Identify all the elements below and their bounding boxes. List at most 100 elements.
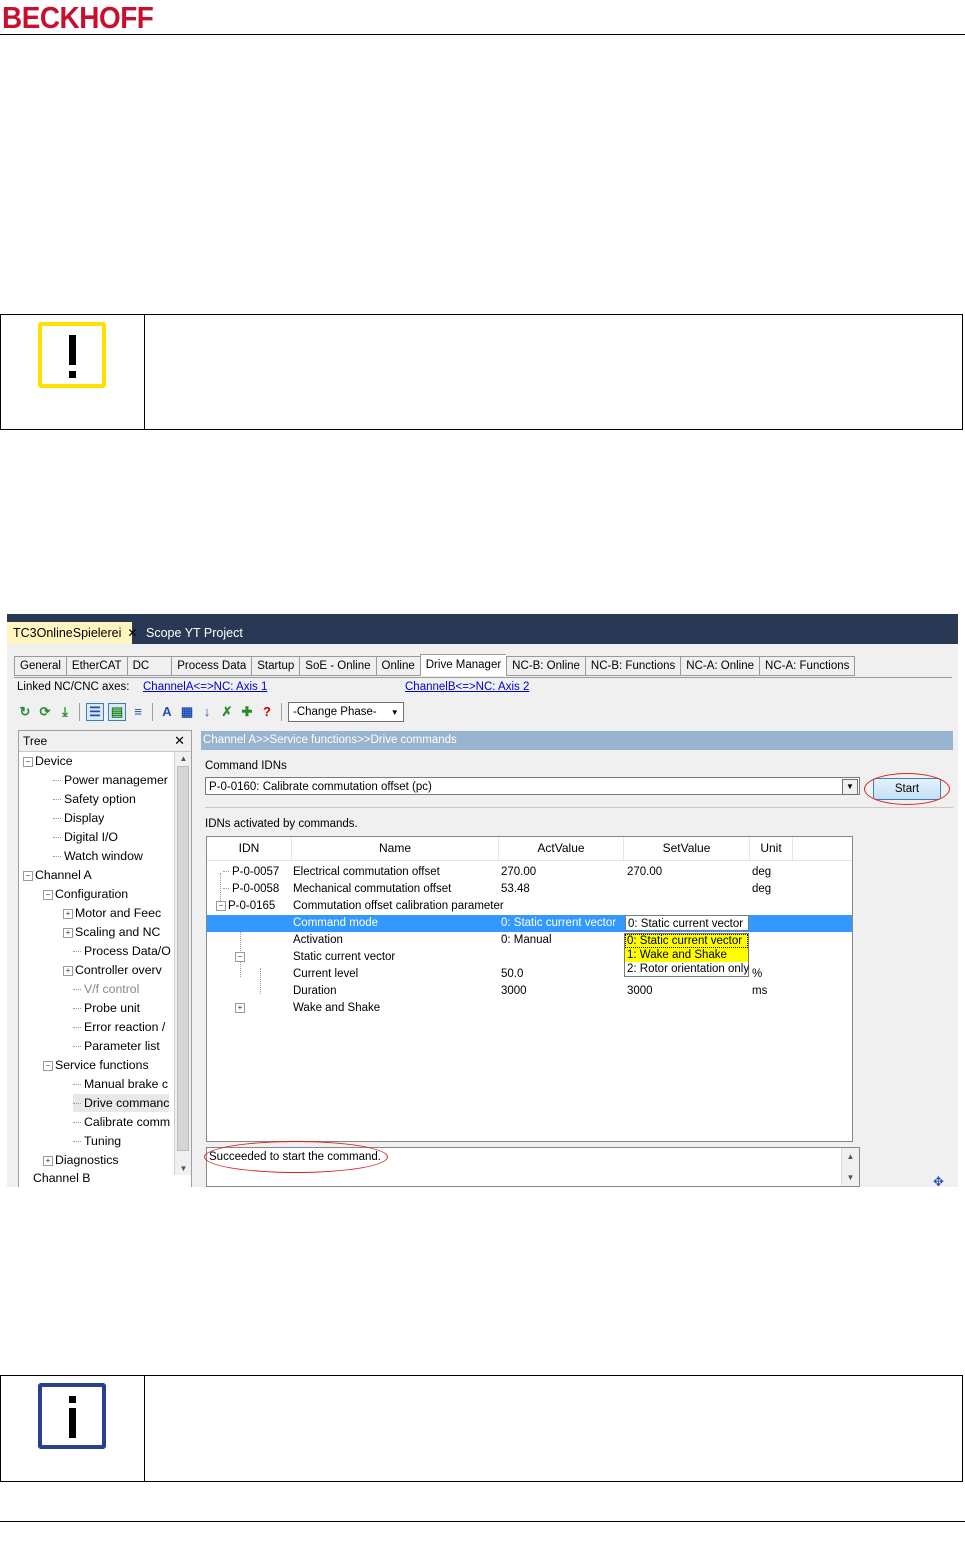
tools-icon[interactable]: ✚ bbox=[239, 704, 255, 720]
doc-tab-active[interactable]: TC3OnlineSpielerei ✕ bbox=[7, 622, 137, 644]
tree-node[interactable]: Watch window bbox=[53, 847, 143, 865]
notice-icon-cell bbox=[1, 315, 145, 429]
tree-node[interactable]: Calibrate comm bbox=[73, 1113, 170, 1131]
tree-node-channel-b[interactable]: Channel B bbox=[33, 1169, 90, 1187]
dropdown-option[interactable]: 1: Wake and Shake bbox=[625, 948, 748, 962]
tree-node[interactable]: + Scaling and NC bbox=[63, 923, 160, 941]
link-channel-a[interactable]: ChannelA<=>NC: Axis 1 bbox=[143, 681, 267, 693]
collapse-icon[interactable]: − bbox=[43, 1060, 53, 1071]
tree-node[interactable]: Manual brake c bbox=[73, 1075, 168, 1093]
tree-node[interactable]: Error reaction / bbox=[73, 1018, 165, 1036]
reload-icon[interactable]: ⟳ bbox=[37, 704, 53, 720]
expand-icon[interactable]: + bbox=[63, 908, 73, 919]
link-channel-b[interactable]: ChannelB<=>NC: Axis 2 bbox=[405, 681, 529, 693]
tree-node-service-functions[interactable]: − Service functions bbox=[43, 1056, 149, 1074]
collapse-icon[interactable]: − bbox=[23, 756, 33, 767]
column-header-idn[interactable]: IDN bbox=[207, 837, 292, 860]
collapse-icon[interactable]: − bbox=[23, 870, 33, 881]
collapse-icon[interactable]: − bbox=[216, 900, 226, 911]
command-mode-combo[interactable]: 0: Static current vector bbox=[625, 915, 749, 931]
close-icon[interactable]: ✕ bbox=[127, 626, 137, 640]
table-row[interactable]: P-0-0057 Electrical commutation offset 2… bbox=[207, 864, 852, 881]
column-header-unit[interactable]: Unit bbox=[750, 837, 793, 860]
column-header-setvalue[interactable]: SetValue bbox=[624, 837, 750, 860]
tab-ncb-online[interactable]: NC-B: Online bbox=[506, 656, 585, 676]
scroll-down-icon[interactable]: ▼ bbox=[175, 1164, 191, 1173]
help-icon[interactable]: ? bbox=[259, 704, 275, 720]
setvalue-field[interactable]: 270.00 bbox=[625, 864, 749, 880]
tab-drive-manager[interactable]: Drive Manager bbox=[419, 654, 507, 676]
tab-ncb-functions[interactable]: NC-B: Functions bbox=[584, 656, 681, 676]
table-row[interactable]: Activation 0: Manual bbox=[207, 932, 852, 949]
table-row[interactable]: Duration 3000 3000 ms bbox=[207, 983, 852, 1000]
tree-node[interactable]: Display bbox=[53, 809, 104, 827]
chevron-down-icon[interactable]: ▼ bbox=[842, 779, 858, 795]
tab-general[interactable]: General bbox=[14, 656, 66, 676]
expand-icon[interactable]: + bbox=[63, 927, 73, 938]
list-view-icon[interactable]: ▤ bbox=[108, 703, 126, 721]
tab-process-data[interactable]: Process Data bbox=[171, 656, 252, 676]
expand-icon[interactable]: + bbox=[43, 1155, 53, 1166]
table-row[interactable]: − P-0-0165 Commutation offset calibration… bbox=[207, 898, 852, 915]
dropdown-option[interactable]: 2: Rotor orientation only bbox=[625, 962, 749, 976]
tree-view-icon[interactable]: ☰ bbox=[86, 703, 104, 721]
download-icon[interactable]: ⤓ bbox=[57, 704, 73, 720]
expand-icon[interactable]: + bbox=[235, 1002, 245, 1013]
refresh-icon[interactable]: ↻ bbox=[17, 704, 33, 720]
pin-icon[interactable]: ✥ bbox=[933, 1174, 944, 1187]
wizard-icon[interactable]: ✗ bbox=[219, 704, 235, 720]
tree-node[interactable]: Tuning bbox=[73, 1132, 121, 1150]
column-header-name[interactable]: Name bbox=[292, 837, 499, 860]
change-phase-combo[interactable]: -Change Phase- ▼ bbox=[288, 702, 404, 722]
tab-nca-functions[interactable]: NC-A: Functions bbox=[759, 656, 856, 676]
tree-node-channel-a[interactable]: − Channel A bbox=[23, 866, 92, 884]
doc-tab-scope[interactable]: Scope YT Project bbox=[140, 622, 249, 644]
table-row[interactable]: + Wake and Shake bbox=[207, 1000, 852, 1017]
table-icon[interactable]: ▦ bbox=[179, 704, 195, 720]
setvalue-field[interactable]: 3000 bbox=[625, 983, 749, 999]
column-header-actvalue[interactable]: ActValue bbox=[499, 837, 624, 860]
settings-list-icon[interactable]: ≡ bbox=[130, 704, 146, 720]
tree-node-drive-commands[interactable]: Drive commanc bbox=[73, 1094, 170, 1112]
tree-node-device[interactable]: − Device bbox=[23, 752, 73, 770]
editor-body: General EtherCAT DC Process Data Startup… bbox=[7, 644, 958, 1187]
tab-ethercat[interactable]: EtherCAT bbox=[65, 656, 127, 676]
collapse-icon[interactable]: − bbox=[235, 951, 245, 962]
tab-dc[interactable]: DC bbox=[126, 656, 172, 676]
table-row-selected[interactable]: Command mode 0: Static current vector 0:… bbox=[207, 915, 852, 932]
scroll-up-icon[interactable]: ▲ bbox=[175, 754, 191, 763]
tree-node-diagnostics[interactable]: + Diagnostics bbox=[43, 1151, 119, 1169]
tab-nca-online[interactable]: NC-A: Online bbox=[680, 656, 760, 676]
tree-node[interactable]: Parameter list bbox=[73, 1037, 160, 1055]
tab-soe-online[interactable]: SoE - Online bbox=[299, 656, 376, 676]
expand-icon[interactable]: + bbox=[63, 965, 73, 976]
tree-node[interactable]: Process Data/O bbox=[73, 942, 171, 960]
tree-node[interactable]: Power managemer bbox=[53, 771, 168, 789]
close-icon[interactable]: ✕ bbox=[174, 731, 185, 751]
table-row[interactable]: Current level 50.0 % bbox=[207, 966, 852, 983]
collapse-icon[interactable]: − bbox=[43, 889, 53, 900]
arrow-down-icon[interactable]: ↓ bbox=[199, 704, 215, 720]
tree-node[interactable]: Digital I/O bbox=[53, 828, 118, 846]
property-tabs: General EtherCAT DC Process Data Startup… bbox=[14, 654, 856, 676]
table-row[interactable]: P-0-0058 Mechanical commutation offset 5… bbox=[207, 881, 852, 898]
dropdown-option[interactable]: 0: Static current vector bbox=[625, 934, 748, 948]
tab-startup[interactable]: Startup bbox=[251, 656, 300, 676]
scroll-thumb[interactable] bbox=[177, 766, 189, 1151]
tree-node[interactable]: Probe unit bbox=[73, 999, 140, 1017]
command-idn-select[interactable]: P-0-0160: Calibrate commutation offset (… bbox=[205, 777, 860, 795]
tree-scrollbar[interactable]: ▲ ▼ bbox=[174, 752, 191, 1175]
tree-node[interactable]: V/f control bbox=[73, 980, 139, 998]
tree-node[interactable]: + Controller overv bbox=[63, 961, 162, 979]
table-row[interactable]: − Static current vector bbox=[207, 949, 852, 966]
status-scrollbar[interactable]: ▲ ▼ bbox=[841, 1148, 859, 1186]
tree-node-configuration[interactable]: − Configuration bbox=[43, 885, 128, 903]
command-mode-dropdown: 0: Static current vector 1: Wake and Sha… bbox=[624, 933, 749, 977]
tab-online[interactable]: Online bbox=[375, 656, 420, 676]
tree-node[interactable]: Safety option bbox=[53, 790, 136, 808]
linked-axes-label: Linked NC/CNC axes: bbox=[17, 681, 130, 693]
tree-node[interactable]: + Motor and Feec bbox=[63, 904, 161, 922]
beckhoff-logo: BECKHOFF bbox=[2, 0, 154, 35]
command-idn-value: P-0-0160: Calibrate commutation offset (… bbox=[209, 781, 432, 793]
language-icon[interactable]: A bbox=[159, 704, 175, 720]
